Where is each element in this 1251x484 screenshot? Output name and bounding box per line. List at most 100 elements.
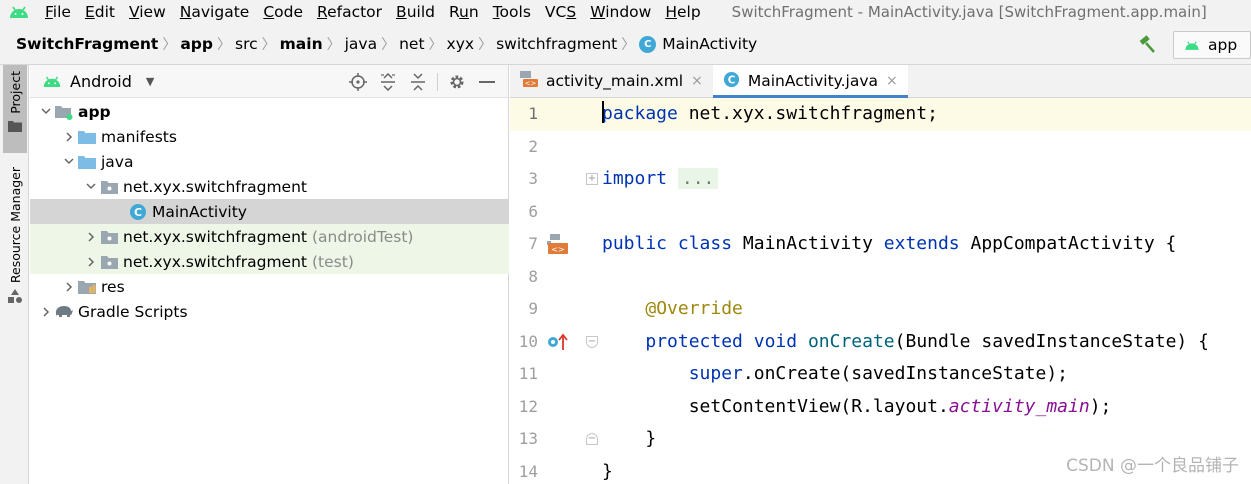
gutter-line[interactable]: 2 [510, 131, 592, 164]
project-panel: Android ▼ app manifests java net.xyx.swi… [30, 65, 509, 484]
code-line[interactable]: import ... [592, 163, 1251, 196]
gutter-line[interactable]: 10 − [510, 326, 598, 359]
breadcrumb-xyx[interactable]: xyx [447, 35, 475, 53]
resources-folder-icon [77, 278, 97, 296]
code-line[interactable] [592, 131, 1251, 164]
gear-icon[interactable] [442, 69, 472, 95]
menu-navigate[interactable]: Navigate [173, 0, 257, 24]
breadcrumb-switchfragment[interactable]: switchfragment [496, 35, 617, 53]
menu-build[interactable]: Build [389, 0, 442, 24]
menu-view[interactable]: View [122, 0, 173, 24]
gutter-line[interactable]: 3 + [510, 163, 598, 196]
close-icon[interactable]: × [886, 73, 898, 89]
gutter-line[interactable]: 11 [510, 358, 592, 391]
run-configuration-label: app [1208, 36, 1238, 54]
code-line[interactable]: super.onCreate(savedInstanceState); [592, 358, 1251, 391]
tab-activity-main-xml[interactable]: <> activity_main.xml × [510, 65, 713, 97]
class-icon: C [128, 203, 148, 221]
package-icon [99, 178, 119, 196]
project-view-selector[interactable]: Android [70, 72, 132, 91]
svg-text:<>: <> [525, 80, 537, 88]
run-configuration-dropdown[interactable]: app [1173, 31, 1251, 59]
breadcrumb-src[interactable]: src [235, 35, 258, 53]
menu-window[interactable]: Window [583, 0, 658, 24]
gutter-line[interactable]: 9 [510, 293, 592, 326]
gutter-line[interactable]: 1 [510, 98, 592, 131]
breadcrumb-java[interactable]: java [345, 35, 377, 53]
chevron-right-icon[interactable] [61, 129, 77, 145]
chevron-down-icon[interactable] [38, 104, 54, 120]
tree-item-mainactivity[interactable]: C MainActivity [30, 199, 509, 224]
code-line[interactable]: protected void onCreate(Bundle savedInst… [592, 326, 1251, 359]
resource-manager-tool-button[interactable]: Resource Manager [3, 163, 27, 313]
gutter-line[interactable]: 8 [510, 261, 592, 294]
class-icon: C [723, 71, 740, 92]
menu-file[interactable]: File [38, 0, 78, 24]
gutter-line[interactable]: 6 [510, 196, 592, 229]
chevron-right-icon[interactable] [61, 279, 77, 295]
code-line[interactable] [592, 261, 1251, 294]
related-layout-icon[interactable]: <> [547, 233, 569, 259]
chevron-down-icon[interactable] [61, 154, 77, 170]
text-caret [602, 101, 604, 123]
breadcrumb-main[interactable]: main [280, 35, 323, 53]
menu-run[interactable]: Run [442, 0, 486, 24]
tab-mainactivity-java[interactable]: C MainActivity.java × [712, 65, 908, 98]
gutter-line[interactable]: 13 − [510, 423, 598, 456]
close-icon[interactable]: × [691, 73, 703, 89]
folder-icon [77, 153, 97, 171]
tree-item-package-test[interactable]: net.xyx.switchfragment (test) [30, 249, 509, 274]
navigation-bar: SwitchFragment 〉 app 〉 src 〉 main 〉 java… [0, 24, 1251, 65]
android-studio-logo-icon [0, 0, 38, 24]
tree-item-app[interactable]: app [30, 99, 509, 124]
tree-item-java[interactable]: java [30, 149, 509, 174]
collapse-all-icon[interactable] [403, 69, 433, 95]
chevron-down-icon[interactable]: ▼ [146, 75, 154, 88]
menu-code[interactable]: Code [256, 0, 310, 24]
code-line[interactable]: setContentView(R.layout.activity_main); [592, 391, 1251, 424]
menu-edit[interactable]: Edit [78, 0, 122, 24]
menu-tools[interactable]: Tools [486, 0, 538, 24]
toolbar-divider [437, 73, 438, 91]
override-method-icon[interactable] [547, 332, 569, 356]
select-opened-file-icon[interactable] [343, 69, 373, 95]
window-title: SwitchFragment - MainActivity.java [Swit… [731, 3, 1207, 21]
gutter-line[interactable]: 14 [510, 456, 592, 484]
tree-item-res[interactable]: res [30, 274, 509, 299]
chevron-right-icon: 〉 [478, 37, 493, 53]
left-tool-strip: Project Resource Manager [0, 65, 29, 484]
tree-item-gradle-scripts[interactable]: Gradle Scripts [30, 299, 509, 324]
folded-imports[interactable]: ... [677, 168, 719, 189]
breadcrumb-module[interactable]: app [180, 35, 213, 53]
code-line[interactable]: public class MainActivity extends AppCom… [592, 228, 1251, 261]
gutter-line[interactable]: 12 [510, 391, 592, 424]
chevron-down-icon[interactable] [83, 179, 99, 195]
code-line[interactable] [592, 196, 1251, 229]
expand-all-icon[interactable] [373, 69, 403, 95]
breadcrumb-project[interactable]: SwitchFragment [16, 35, 158, 53]
folder-icon [77, 128, 97, 146]
module-folder-icon [54, 103, 74, 121]
svg-text:C: C [134, 206, 142, 219]
class-icon: C [639, 36, 657, 53]
menu-refactor[interactable]: Refactor [310, 0, 389, 24]
tree-item-manifests[interactable]: manifests [30, 124, 509, 149]
tree-item-package-androidtest[interactable]: net.xyx.switchfragment (androidTest) [30, 224, 509, 249]
breadcrumb-net[interactable]: net [399, 35, 424, 53]
chevron-right-icon[interactable] [83, 254, 99, 270]
build-hammer-icon[interactable] [1133, 31, 1161, 59]
chevron-right-icon[interactable] [38, 304, 54, 320]
menu-vcs[interactable]: VCS [538, 0, 583, 24]
chevron-right-icon[interactable] [83, 229, 99, 245]
code-line[interactable]: package net.xyx.switchfragment; [592, 98, 1251, 131]
gutter-line[interactable]: 7 <> [510, 228, 592, 261]
code-line[interactable]: @Override [592, 293, 1251, 326]
breadcrumb-mainactivity[interactable]: C MainActivity [639, 35, 757, 53]
project-panel-header: Android ▼ [30, 65, 508, 98]
tree-item-package[interactable]: net.xyx.switchfragment [30, 174, 509, 199]
hide-panel-icon[interactable] [472, 69, 502, 95]
menu-help[interactable]: Help [658, 0, 707, 24]
android-icon [43, 76, 61, 87]
code-area[interactable]: package net.xyx.switchfragment; import .… [592, 98, 1251, 484]
project-tool-button[interactable]: Project [3, 65, 27, 153]
